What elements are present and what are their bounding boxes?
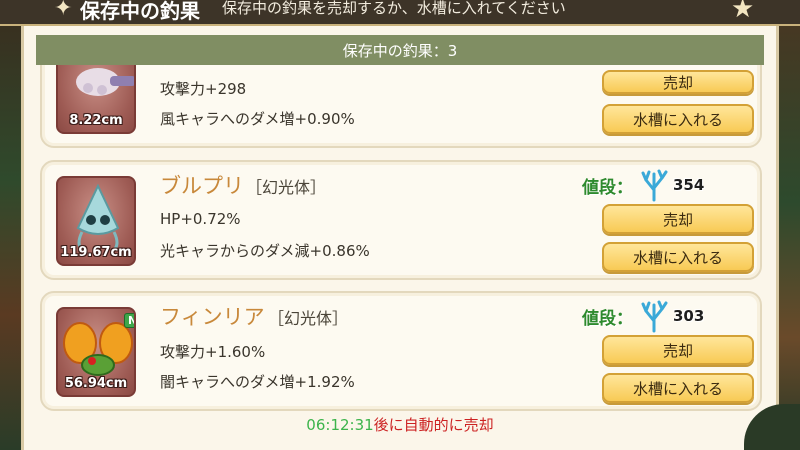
catch-card: 8.22cm 攻撃力+298 風キャラへのダメ増+0.90% 売却 水槽に入れる [40,65,762,148]
fish-name: フィンリア [160,305,265,329]
price-value: 303 [673,307,705,325]
price-row: 値段： 354 [582,169,705,202]
price-row: 値段： 303 [582,300,705,333]
fish-thumbnail: 119.67cm [56,176,136,266]
catch-card: 119.67cm ブルプリ ［幻光体］ HP+0.72% 光キャラからのダメ減+… [40,160,762,280]
fish-size: 56.94cm [64,376,128,391]
catch-list[interactable]: 8.22cm 攻撃力+298 風キャラへのダメ増+0.90% 売却 水槽に入れる… [36,65,766,415]
fish-thumbnail: 8.22cm [56,65,136,134]
timer-time: 06:12:31 [306,416,374,434]
fish-thumbnail: New 56.94cm [56,307,136,397]
header-description: 保存中の釣果を売却するか、水槽に入れてください [222,0,566,17]
sell-button[interactable]: 売却 [602,335,754,365]
add-to-tank-button[interactable]: 水槽に入れる [602,373,754,403]
sparkle-icon: ✦ [54,0,73,21]
coral-icon [641,300,668,333]
fish-size: 8.22cm [69,113,123,128]
catch-card: New 56.94cm フィンリア ［幻光体］ 攻撃力+1.60% 闇キャラへの… [40,291,762,411]
stored-catch-panel: 保存中の釣果：3 8.22cm 攻撃力+298 風キャラへのダメ増+0.90% … [21,26,779,450]
stored-count-bar: 保存中の釣果：3 [36,35,764,65]
auto-sell-timer: 06:12:31後に自動的に売却 [24,414,776,435]
fish-type: ［幻光体］ [246,178,327,197]
fish-type: ［幻光体］ [268,309,349,328]
header-band: ✦ 保存中の釣果 保存中の釣果を売却するか、水槽に入れてください ★ [0,0,800,26]
price-value: 354 [673,176,705,194]
price-label: 値段： [582,177,633,198]
sell-button[interactable]: 売却 [602,70,754,94]
fish-size: 119.67cm [60,245,132,260]
price-label: 値段： [582,308,633,329]
timer-suffix: 後に自動的に売却 [373,416,494,434]
star-icon: ★ [731,0,755,24]
sell-button[interactable]: 売却 [602,204,754,234]
add-to-tank-button[interactable]: 水槽に入れる [602,104,754,134]
fish-stat-2: 闇キャラへのダメ増+1.92% [160,373,355,391]
new-badge: New [124,313,134,328]
fish-stat-1: 攻撃力+1.60% [160,343,266,361]
fish-stat-2: 風キャラへのダメ増+0.90% [160,110,355,128]
fish-stat-1: HP+0.72% [160,210,241,228]
fish-stat-2: 光キャラからのダメ減+0.86% [160,242,370,260]
add-to-tank-button[interactable]: 水槽に入れる [602,242,754,272]
fish-name: ブルプリ [160,174,244,198]
header-title: 保存中の釣果 [80,0,200,23]
coral-icon [641,169,668,202]
fish-stat-1: 攻撃力+298 [160,80,247,98]
